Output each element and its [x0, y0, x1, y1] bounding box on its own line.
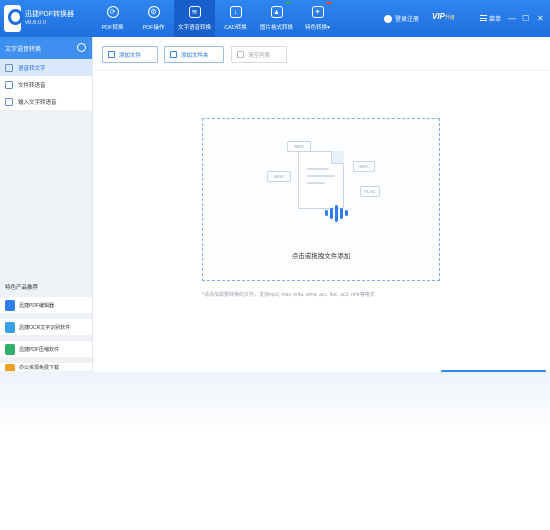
promo-office-resources[interactable]: 办公资源免费下载 [0, 363, 92, 372]
menu-button[interactable]: 菜单 [480, 12, 501, 24]
clear-list-label: 清空列表 [248, 52, 271, 59]
supported-formats-hint: *请添加需要转换的文件，支持mp3, mav, m4a, wma, acc, f… [202, 292, 375, 298]
promo-title: 特色产品推荐 [5, 285, 39, 291]
app-logo-icon [4, 5, 23, 32]
sidebar-item-label: 输入文字转语音 [18, 99, 57, 106]
app-name: 迅捷PDF转换器 [25, 11, 74, 18]
nav-pdf-convert[interactable]: ⟳ PDF转换 [92, 0, 133, 37]
promo-label: 办公资源免费下载 [19, 365, 60, 371]
hamburger-icon [480, 15, 487, 21]
nav-image-convert[interactable]: ▲ 图片格式转换 [256, 0, 297, 37]
sidebar-item-label: 文件转语音 [18, 82, 46, 89]
special-convert-icon: ✦ [311, 6, 324, 18]
sidebar-item-speech-to-text[interactable]: 语音转文字 [0, 59, 92, 76]
nav-pdf-operate[interactable]: ⚙ PDF操作 [133, 0, 174, 37]
menu-label: 菜单 [489, 16, 502, 23]
user-label: 登录注册 [395, 17, 420, 23]
settings-icon[interactable] [77, 43, 86, 52]
cad-convert-icon: ↓ [229, 6, 242, 18]
sidebar-title: 文字语音转换 [5, 46, 42, 53]
app-window: 迅捷PDF转换器 v8.6.0.0 ⟳ PDF转换 ⚙ PDF操作 ≋ 文字语音… [0, 0, 550, 372]
file-icon [5, 80, 13, 89]
promo-ocr[interactable]: 迅捷OCR文字识别软件 [0, 319, 92, 336]
sidebar-item-file-to-speech[interactable]: 文件转语音 [0, 76, 92, 93]
promo-pdf-compress[interactable]: 迅捷PDF压缩软件 [0, 341, 92, 358]
main-panel: 添加文件 添加文件夹 清空列表 MP3 WAV M4A FLAC 点击或拖拽文件… [94, 37, 550, 372]
nav-label: CAD转换 [224, 25, 247, 31]
format-tag: FLAC [360, 186, 380, 197]
nav-label: 特色转换▾ [305, 25, 330, 31]
promo-label: 迅捷PDF压缩软件 [19, 346, 60, 353]
vip-upgrade-button[interactable]: VIP升级 [432, 12, 455, 21]
text-voice-icon: ≋ [188, 6, 201, 18]
minimize-button[interactable]: — [508, 12, 516, 24]
audio-wave-icon [325, 203, 350, 223]
format-tag: M4A [353, 161, 375, 172]
nav-special-convert[interactable]: ✦ 特色转换▾ [297, 0, 338, 37]
promo-label: 迅捷OCR文字识别软件 [19, 324, 71, 331]
add-file-icon [108, 51, 115, 58]
pdf-editor-icon [5, 299, 15, 311]
maximize-button[interactable]: ☐ [522, 12, 529, 24]
close-button[interactable]: ✕ [537, 12, 544, 24]
file-dropzone[interactable]: MP3 WAV M4A FLAC 点击或拖拽文件添加 [202, 118, 440, 281]
sidebar-item-label: 语音转文字 [18, 65, 46, 72]
pdf-convert-icon: ⟳ [106, 6, 119, 18]
office-resource-icon [5, 364, 15, 371]
faded-background [0, 372, 550, 530]
trash-icon [237, 51, 244, 58]
login-register-link[interactable]: 登录注册 [384, 14, 419, 23]
nav-cad-convert[interactable]: ↓ CAD转换 [215, 0, 256, 37]
pdf-operate-icon: ⚙ [147, 6, 160, 18]
add-folder-icon [170, 51, 177, 58]
document-icon [298, 151, 344, 209]
speech-file-icon [5, 63, 13, 72]
compress-icon [5, 343, 15, 355]
image-convert-icon: ▲ [270, 6, 283, 18]
app-version: v8.6.0.0 [25, 20, 47, 26]
title-bar: 迅捷PDF转换器 v8.6.0.0 ⟳ PDF转换 ⚙ PDF操作 ≋ 文字语音… [0, 0, 550, 37]
text-input-icon [5, 97, 13, 106]
sidebar-header: 文字语音转换 [0, 37, 92, 59]
toolbar: 添加文件 添加文件夹 清空列表 [94, 37, 550, 71]
dropzone-label: 点击或拖拽文件添加 [291, 253, 351, 260]
main-nav: ⟳ PDF转换 ⚙ PDF操作 ≋ 文字语音转换 ↓ CAD转换 ▲ 图片格式转… [92, 0, 338, 37]
hot-badge [326, 2, 332, 4]
new-badge [285, 2, 291, 4]
nav-label: 文字语音转换 [177, 25, 211, 31]
user-icon [384, 14, 392, 23]
vip-label: VIP [432, 12, 445, 21]
promo-label: 迅捷PDF编辑器 [19, 302, 55, 309]
add-folder-button[interactable]: 添加文件夹 [164, 46, 224, 63]
add-file-button[interactable]: 添加文件 [102, 46, 158, 63]
ocr-icon [5, 321, 15, 333]
sidebar-item-text-to-speech[interactable]: 输入文字转语音 [0, 93, 92, 110]
nav-label: 图片格式转换 [259, 25, 293, 31]
nav-label: PDF操作 [142, 25, 165, 31]
vip-sub-label: 升级 [444, 15, 455, 21]
add-folder-label: 添加文件夹 [181, 52, 209, 59]
sidebar: 文字语音转换 语音转文字 文件转语音 输入文字转语音 特色产品推荐 迅捷PDF编… [0, 37, 93, 372]
nav-text-voice[interactable]: ≋ 文字语音转换 [174, 0, 215, 37]
add-file-label: 添加文件 [119, 52, 142, 59]
clear-list-button[interactable]: 清空列表 [231, 46, 287, 63]
promo-pdf-editor[interactable]: 迅捷PDF编辑器 [0, 297, 92, 314]
nav-label: PDF转换 [101, 25, 124, 31]
format-tag: WAV [267, 171, 291, 182]
